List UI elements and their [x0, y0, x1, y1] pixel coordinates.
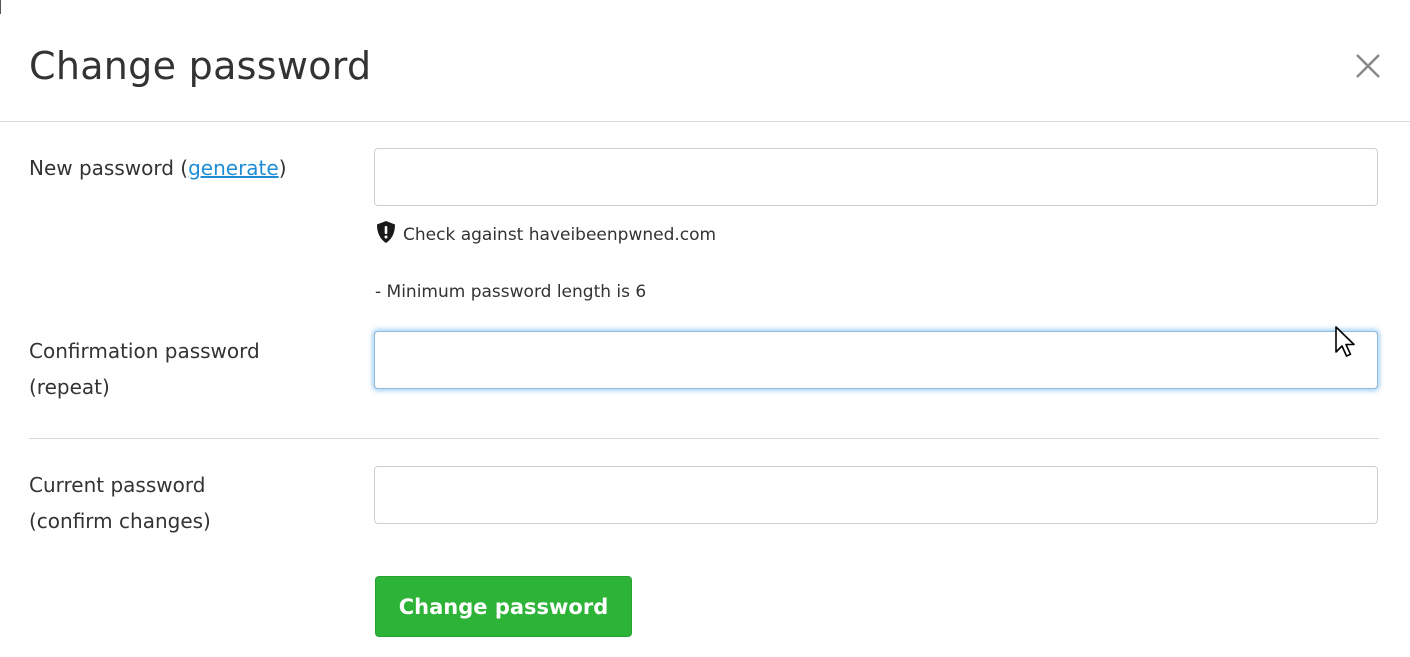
change-password-button[interactable]: Change password — [375, 576, 632, 637]
section-divider — [29, 438, 1379, 439]
new-password-label-text: New password ( — [29, 156, 189, 180]
new-password-label-suffix: ) — [278, 156, 287, 180]
confirm-password-label-line2: (repeat) — [29, 375, 110, 399]
generate-password-link[interactable]: generate — [188, 156, 279, 180]
dialog-title: Change password — [29, 44, 372, 88]
change-password-dialog: Change password New password (generate) … — [0, 0, 1410, 657]
new-password-input[interactable] — [374, 148, 1378, 206]
confirm-password-label-line1: Confirmation password — [29, 339, 260, 363]
min-length-hint: - Minimum password length is 6 — [375, 282, 647, 302]
current-password-label: Current password (confirm changes) — [29, 467, 359, 539]
close-button[interactable] — [1350, 48, 1386, 84]
current-password-label-line2: (confirm changes) — [29, 509, 211, 533]
current-password-label-line1: Current password — [29, 473, 206, 497]
shield-exclamation-icon — [375, 220, 397, 251]
pwned-check-label: Check against haveibeenpwned.com — [403, 225, 717, 245]
dialog-header: Change password — [0, 0, 1410, 122]
current-password-input[interactable] — [374, 466, 1378, 524]
new-password-label: New password (generate) — [29, 150, 359, 186]
close-icon — [1356, 54, 1380, 78]
confirm-password-input[interactable] — [374, 331, 1378, 389]
pwned-check[interactable]: Check against haveibeenpwned.com — [375, 220, 716, 251]
mouse-cursor-icon — [1335, 326, 1355, 357]
confirm-password-label: Confirmation password (repeat) — [29, 333, 359, 405]
